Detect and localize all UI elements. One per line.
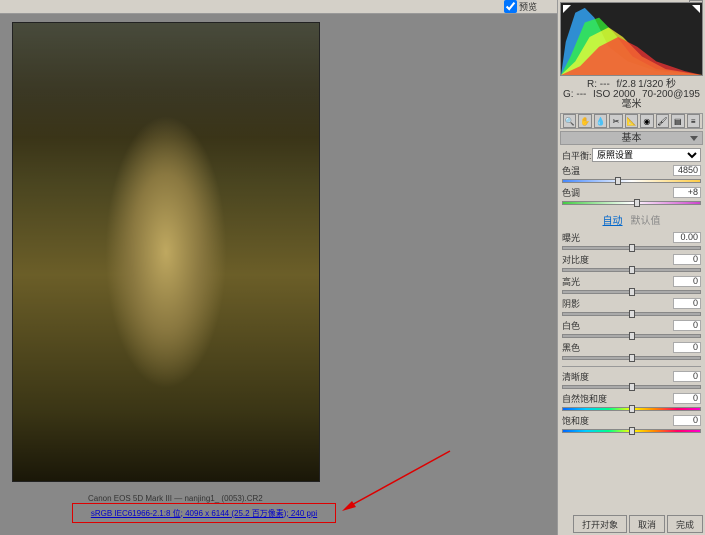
camera-info: R: --- f/2.8 1/320 秒 G: --- ISO 2000 70-… bbox=[558, 78, 705, 112]
image-area: Canon EOS 5D Mark III — nanjing1_ (0053)… bbox=[0, 14, 557, 535]
shadows-slider[interactable]: 阴影0 bbox=[562, 298, 701, 318]
wb-select[interactable]: 原照设置 bbox=[592, 148, 701, 162]
tint-slider[interactable]: 色调+8 bbox=[562, 187, 701, 207]
blacks-slider[interactable]: 黑色0 bbox=[562, 342, 701, 362]
auto-default-row: 自动 默认值 bbox=[558, 212, 705, 227]
chevron-down-icon bbox=[690, 136, 698, 141]
file-link[interactable]: sRGB IEC61966-2.1:8 位; 4096 x 6144 (25.2… bbox=[91, 508, 317, 519]
histogram[interactable] bbox=[560, 2, 703, 76]
camera-metadata: Canon EOS 5D Mark III — nanjing1_ (0053)… bbox=[88, 494, 263, 503]
vibrance-slider[interactable]: 自然饱和度0 bbox=[562, 393, 701, 413]
temp-slider[interactable]: 色温4850 bbox=[562, 165, 701, 185]
hand-icon[interactable]: ✋ bbox=[578, 114, 591, 128]
exposure-slider[interactable]: 曝光0.00 bbox=[562, 232, 701, 252]
preview-checkbox[interactable] bbox=[504, 0, 517, 13]
adjustments-panel: R: --- f/2.8 1/320 秒 G: --- ISO 2000 70-… bbox=[557, 0, 705, 535]
photo-preview[interactable] bbox=[12, 22, 320, 482]
wb-icon[interactable]: 💧 bbox=[594, 114, 607, 128]
wb-label: 白平衡: bbox=[562, 149, 592, 162]
whites-slider[interactable]: 白色0 bbox=[562, 320, 701, 340]
zoom-icon[interactable]: 🔍 bbox=[563, 114, 576, 128]
preview-label: 预览 bbox=[519, 0, 537, 13]
clarity-slider[interactable]: 清晰度0 bbox=[562, 371, 701, 391]
straighten-icon[interactable]: 📐 bbox=[625, 114, 638, 128]
highlights-slider[interactable]: 高光0 bbox=[562, 276, 701, 296]
grad-icon[interactable]: ▤ bbox=[671, 114, 684, 128]
file-link-box: sRGB IEC61966-2.1:8 位; 4096 x 6144 (25.2… bbox=[72, 503, 336, 523]
shadow-clip-icon[interactable] bbox=[563, 5, 571, 13]
saturation-slider[interactable]: 饱和度0 bbox=[562, 415, 701, 435]
auto-link[interactable]: 自动 bbox=[603, 212, 623, 227]
preview-panel: 预览 Canon EOS 5D Mark III — nanjing1_ (00… bbox=[0, 0, 557, 535]
menu-icon[interactable]: ≡ bbox=[687, 114, 700, 128]
bottom-bar: 打开对象 取消 完成 bbox=[573, 515, 703, 533]
tool-row: 🔍 ✋ 💧 ✂ 📐 ◉ 🖌 ▤ ≡ bbox=[560, 113, 703, 129]
preview-toolbar: 预览 bbox=[0, 0, 557, 14]
contrast-slider[interactable]: 对比度0 bbox=[562, 254, 701, 274]
basic-header[interactable]: 基本 bbox=[560, 131, 703, 145]
brush-icon[interactable]: 🖌 bbox=[656, 114, 669, 128]
default-link[interactable]: 默认值 bbox=[631, 212, 661, 227]
annotation-arrow bbox=[342, 449, 452, 511]
cancel-button[interactable]: 取消 bbox=[629, 515, 665, 533]
spot-icon[interactable]: ◉ bbox=[640, 114, 653, 128]
crop-icon[interactable]: ✂ bbox=[609, 114, 622, 128]
open-button[interactable]: 打开对象 bbox=[573, 515, 627, 533]
done-button[interactable]: 完成 bbox=[667, 515, 703, 533]
highlight-clip-icon[interactable] bbox=[692, 5, 700, 13]
